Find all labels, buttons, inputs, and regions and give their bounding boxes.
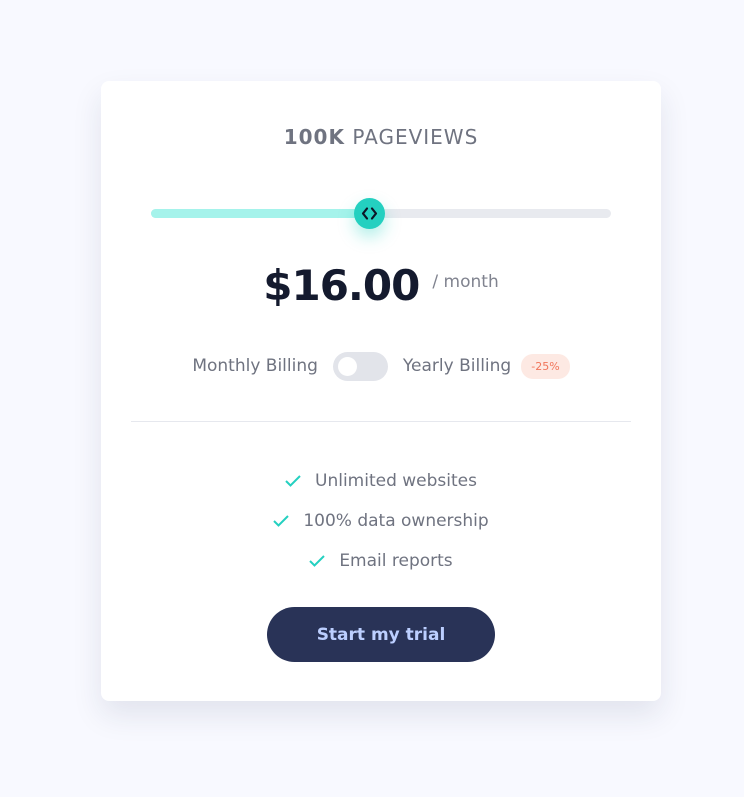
feature-label: Unlimited websites — [315, 471, 477, 491]
price-display: $16.00 / month — [101, 261, 661, 310]
pageviews-label: Pageviews — [352, 125, 479, 149]
toggle-knob — [337, 356, 357, 376]
divider — [131, 421, 631, 422]
discount-badge: -25% — [521, 353, 570, 379]
feature-label: Email reports — [339, 551, 453, 571]
pageviews-heading: 100K Pageviews — [101, 125, 661, 149]
list-item: Email reports — [101, 541, 661, 581]
price-period: / month — [432, 271, 499, 292]
pageviews-count: 100K — [283, 125, 345, 149]
slider-thumb[interactable] — [354, 198, 385, 229]
price-amount: $16.00 — [263, 261, 420, 310]
feature-list: Unlimited websites 100% data ownership E… — [101, 461, 661, 581]
pricing-card: 100K Pageviews $16.00 / month Monthly Bi… — [101, 81, 661, 701]
feature-label: 100% data ownership — [303, 511, 489, 531]
pageviews-slider[interactable] — [151, 198, 611, 229]
slider-fill — [151, 209, 370, 218]
check-icon — [309, 555, 326, 567]
drag-arrows-icon — [361, 207, 378, 220]
yearly-billing-label[interactable]: Yearly Billing — [403, 356, 511, 376]
list-item: Unlimited websites — [101, 461, 661, 501]
billing-toggle-row: Monthly Billing Yearly Billing -25% — [101, 351, 661, 381]
billing-toggle[interactable] — [332, 351, 388, 381]
start-trial-button[interactable]: Start my trial — [267, 607, 495, 662]
list-item: 100% data ownership — [101, 501, 661, 541]
monthly-billing-label[interactable]: Monthly Billing — [192, 356, 318, 376]
check-icon — [285, 475, 301, 487]
check-icon — [273, 515, 290, 527]
